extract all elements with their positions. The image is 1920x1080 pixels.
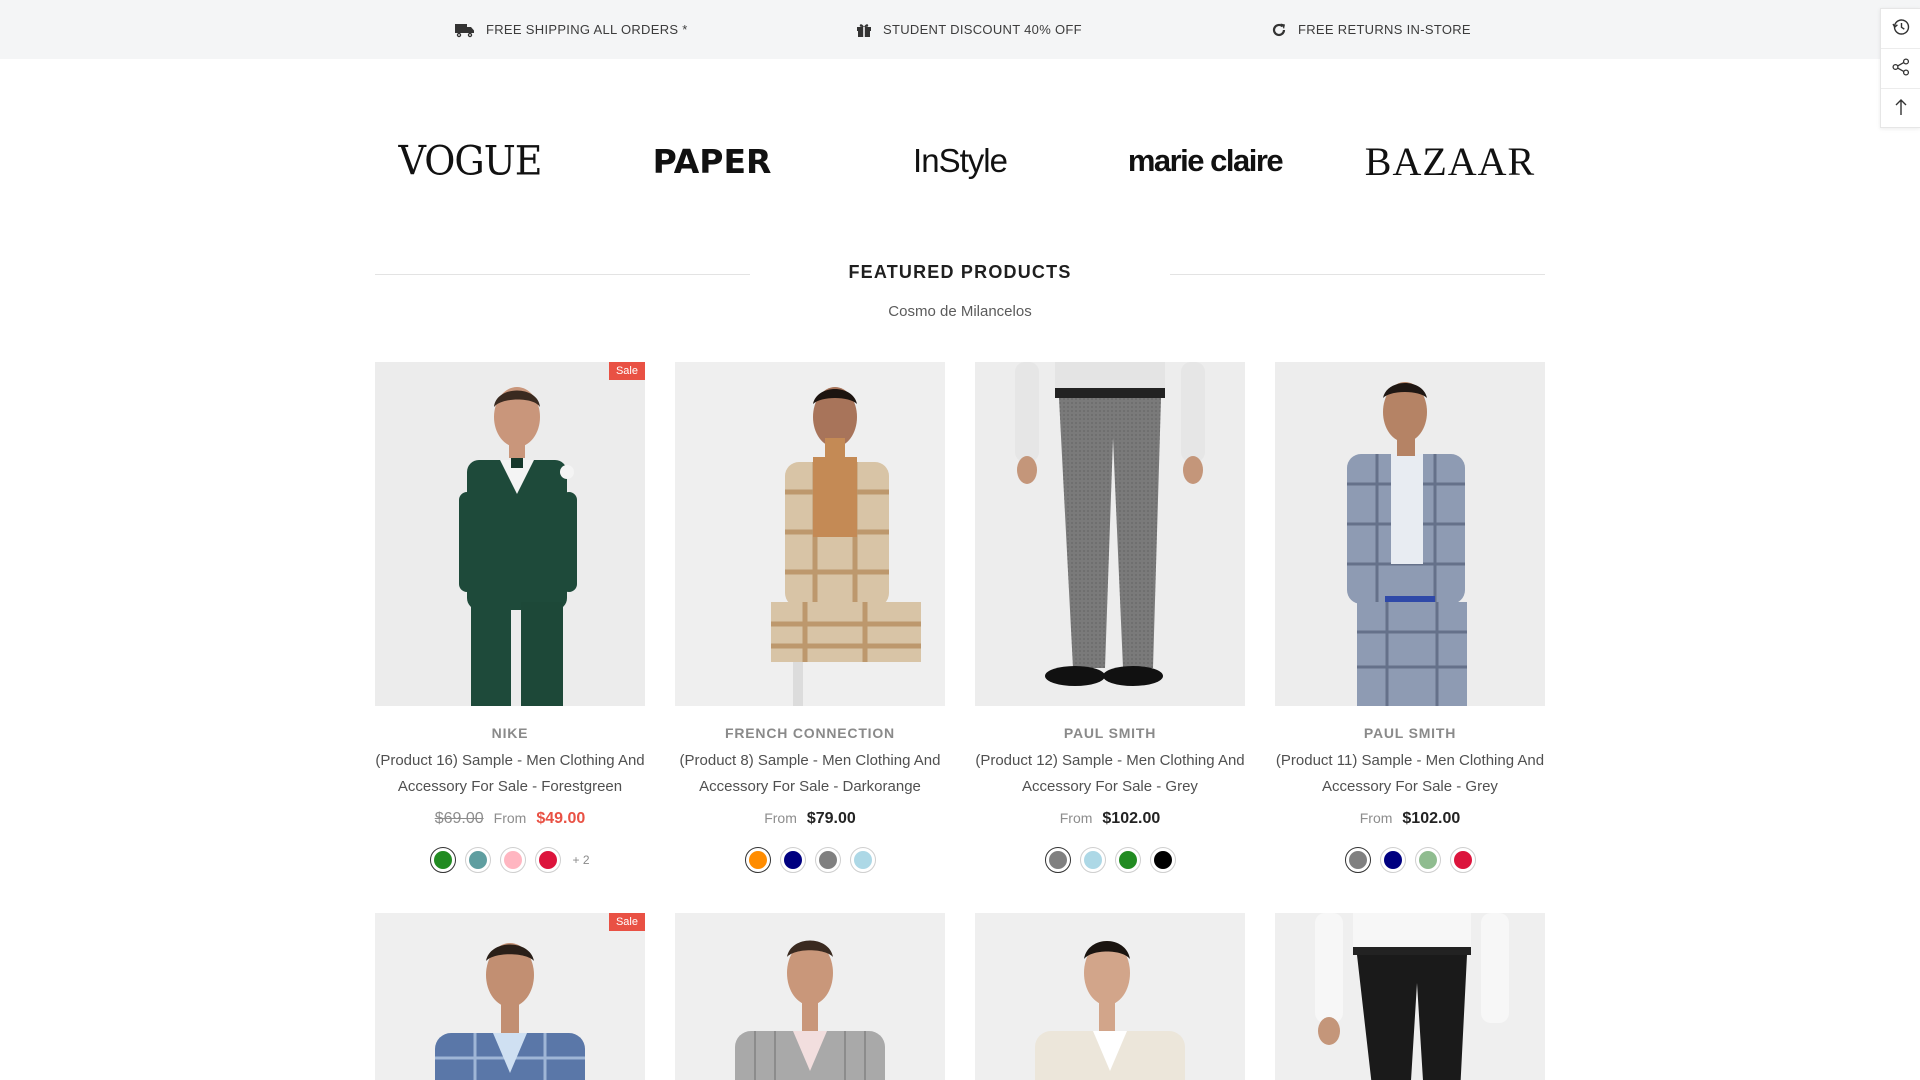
- color-swatch[interactable]: [1044, 847, 1071, 873]
- product-image[interactable]: [975, 362, 1245, 706]
- product-vendor[interactable]: PAUL SMITH: [965, 725, 1255, 741]
- product-image[interactable]: [975, 913, 1245, 1080]
- product-title[interactable]: (Product 11) Sample - Men Clothing And A…: [1265, 748, 1555, 800]
- product-title[interactable]: (Product 8) Sample - Men Clothing And Ac…: [665, 748, 955, 800]
- brand-logo-vogue[interactable]: VOGUE: [380, 135, 560, 188]
- price: $79.00: [806, 810, 856, 827]
- color-swatches: + 2: [375, 847, 645, 873]
- product-image[interactable]: Sale: [375, 362, 645, 706]
- color-swatch[interactable]: [1414, 847, 1441, 873]
- section-divider-right: [1170, 274, 1545, 275]
- refresh-icon: [1271, 22, 1287, 38]
- price-prefix: From: [764, 810, 797, 826]
- product-price: $69.00 From $49.00: [375, 810, 645, 828]
- product-image[interactable]: [1275, 362, 1545, 706]
- product-image[interactable]: [1275, 913, 1545, 1080]
- color-swatch[interactable]: [1149, 847, 1176, 873]
- product-price: From $102.00: [1275, 810, 1545, 828]
- color-swatch[interactable]: [779, 847, 806, 873]
- product-price: From $102.00: [975, 810, 1245, 828]
- announcement-returns[interactable]: FREE RETURNS IN-STORE: [1271, 0, 1471, 59]
- color-swatch[interactable]: [1114, 847, 1141, 873]
- product-vendor[interactable]: FRENCH CONNECTION: [665, 725, 955, 741]
- price: $102.00: [1102, 810, 1161, 827]
- color-swatch[interactable]: [535, 847, 562, 873]
- sale-price: $49.00: [536, 810, 586, 827]
- color-swatch[interactable]: [465, 847, 492, 873]
- color-swatches: [1275, 847, 1545, 873]
- brand-logo-instyle[interactable]: InStyle: [880, 136, 1040, 186]
- truck-icon: [455, 22, 475, 38]
- price-prefix: From: [493, 810, 527, 826]
- section-title: FEATURED PRODUCTS: [848, 262, 1072, 282]
- product-vendor[interactable]: NIKE: [365, 725, 655, 741]
- color-swatch[interactable]: [500, 847, 527, 873]
- product-vendor[interactable]: PAUL SMITH: [1265, 725, 1555, 741]
- recently-viewed-button[interactable]: [1881, 9, 1920, 49]
- color-swatches: [975, 847, 1245, 873]
- price-prefix: From: [1359, 810, 1393, 826]
- announcement-label: STUDENT DISCOUNT 40% OFF: [883, 22, 1082, 37]
- compare-at-price: $69.00: [434, 810, 484, 827]
- color-swatch[interactable]: [744, 847, 771, 873]
- color-swatches: [675, 847, 945, 873]
- price: $102.00: [1402, 810, 1461, 827]
- announcement-discount[interactable]: STUDENT DISCOUNT 40% OFF: [856, 0, 1082, 59]
- section-divider-left: [375, 274, 750, 275]
- product-image[interactable]: [675, 362, 945, 706]
- product-title[interactable]: (Product 16) Sample - Men Clothing And A…: [365, 748, 655, 800]
- sale-badge: Sale: [608, 913, 645, 931]
- color-swatch[interactable]: [1079, 847, 1106, 873]
- color-swatch[interactable]: [1449, 847, 1476, 873]
- product-image[interactable]: Sale: [375, 913, 645, 1080]
- more-colors-count[interactable]: + 2: [572, 853, 589, 867]
- color-swatch[interactable]: [849, 847, 876, 873]
- announcement-shipping[interactable]: FREE SHIPPING ALL ORDERS *: [455, 0, 688, 59]
- share-button[interactable]: [1881, 49, 1920, 89]
- back-to-top-icon: [1891, 97, 1911, 121]
- section-subtitle: Cosmo de Milancelos: [888, 303, 1032, 320]
- sale-badge: Sale: [608, 362, 645, 380]
- color-swatch[interactable]: [430, 847, 457, 873]
- back-to-top-button[interactable]: [1881, 89, 1920, 129]
- brand-logo-bazaar[interactable]: BAZAAR: [1365, 136, 1534, 186]
- color-swatch[interactable]: [814, 847, 841, 873]
- product-title[interactable]: (Product 12) Sample - Men Clothing And A…: [965, 748, 1255, 800]
- announcement-label: FREE RETURNS IN-STORE: [1298, 22, 1471, 37]
- announcement-label: FREE SHIPPING ALL ORDERS *: [486, 22, 688, 37]
- price-prefix: From: [1059, 810, 1093, 826]
- floating-toolbar: [1880, 8, 1920, 128]
- brand-logo-paper[interactable]: PAPER: [632, 136, 792, 186]
- brand-logo-marie-claire[interactable]: marie claire: [1120, 136, 1290, 186]
- history-icon: [1891, 17, 1911, 41]
- share-icon: [1891, 57, 1911, 81]
- product-image[interactable]: [675, 913, 945, 1080]
- announcement-bar: FREE SHIPPING ALL ORDERS * STUDENT DISCO…: [0, 0, 1920, 59]
- color-swatch[interactable]: [1379, 847, 1406, 873]
- gift-icon: [856, 22, 872, 38]
- product-price: From $79.00: [675, 810, 945, 828]
- color-swatch[interactable]: [1344, 847, 1371, 873]
